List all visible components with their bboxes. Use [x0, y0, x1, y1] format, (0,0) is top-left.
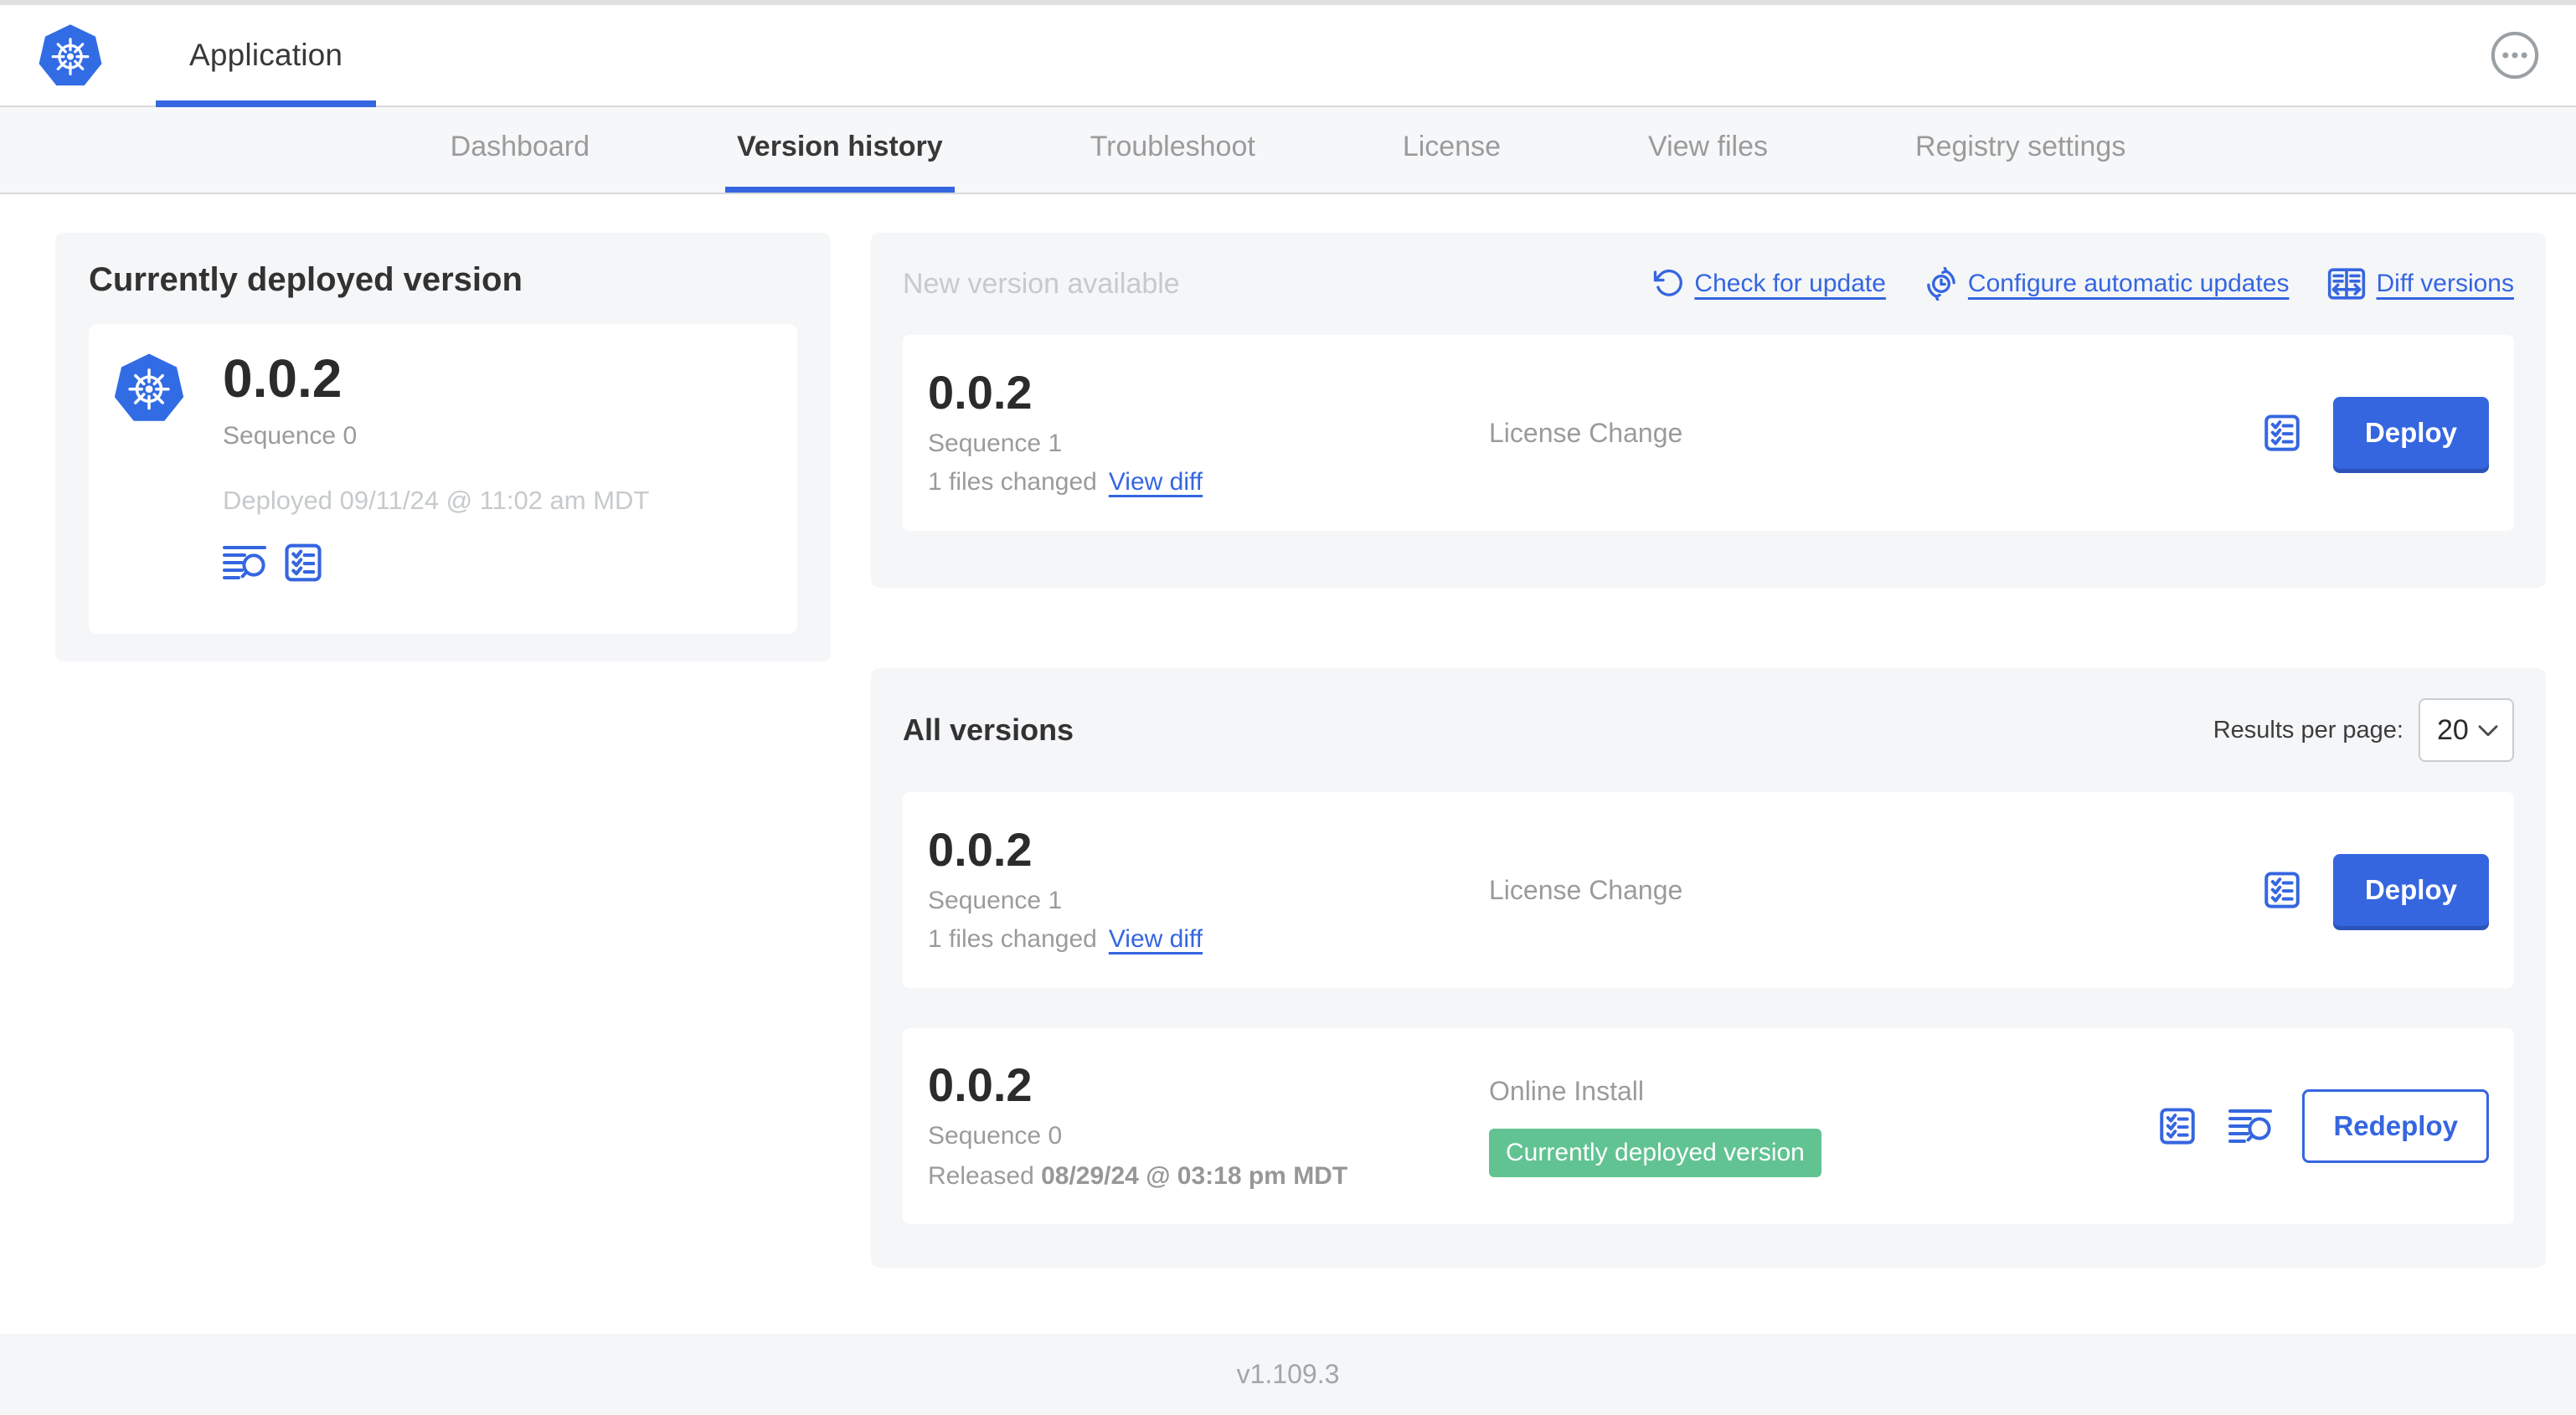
- app-nav-item-application[interactable]: Application: [156, 5, 377, 107]
- view-diff-link[interactable]: View diff: [1109, 925, 1203, 954]
- check-for-update-link[interactable]: Check for update: [1652, 268, 1886, 300]
- preflight-checks-button[interactable]: [2156, 1102, 2198, 1150]
- currently-deployed-badge: Currently deployed version: [1489, 1128, 1821, 1177]
- version-source: License Change: [1489, 417, 1683, 448]
- currently-deployed-card: 0.0.2 Sequence 0 Deployed 09/11/24 @ 11:…: [89, 324, 797, 634]
- view-deploy-logs-button[interactable]: [223, 544, 266, 581]
- current-deployed-timestamp: Deployed 09/11/24 @ 11:02 am MDT: [223, 486, 650, 516]
- files-changed-text: 1 files changed: [928, 468, 1097, 496]
- view-deploy-logs-button[interactable]: [2228, 1108, 2273, 1145]
- view-diff-link[interactable]: View diff: [1109, 468, 1203, 497]
- version-source: License Change: [1489, 874, 1683, 905]
- tab-bar: Dashboard Version history Troubleshoot L…: [0, 107, 2576, 194]
- results-per-page-select[interactable]: 20: [2419, 698, 2514, 762]
- checklist-icon: [2264, 872, 2300, 908]
- current-sequence: Sequence 0: [223, 422, 358, 450]
- new-version-title: New version available: [903, 267, 1180, 300]
- version-number: 0.0.2: [928, 823, 1033, 876]
- app-title: Application: [189, 38, 343, 72]
- all-versions-panel: All versions Results per page: 20 0.0.2 …: [871, 668, 2546, 1268]
- auto-update-clock-icon: [1927, 267, 1955, 301]
- results-per-page-label: Results per page:: [2213, 716, 2403, 744]
- kubernetes-logo: [37, 22, 104, 89]
- deploy-button[interactable]: Deploy: [2332, 397, 2489, 469]
- released-timestamp: 08/29/24 @ 03:18 pm MDT: [1041, 1162, 1348, 1190]
- new-version-row: 0.0.2 Sequence 1 1 files changed View di…: [903, 335, 2514, 531]
- tab-troubleshoot[interactable]: Troubleshoot: [1079, 107, 1267, 193]
- preflight-checks-button[interactable]: [2261, 866, 2303, 914]
- refresh-icon: [1654, 269, 1683, 296]
- checklist-icon: [2264, 414, 2300, 451]
- check-for-update-label: Check for update: [1694, 270, 1886, 297]
- version-row: 0.0.2 Sequence 0 Released 08/29/24 @ 03:…: [903, 1028, 2514, 1224]
- ellipsis-icon: [2491, 31, 2539, 80]
- configure-automatic-updates-link[interactable]: Configure automatic updates: [1924, 267, 2290, 301]
- app-options-menu-button[interactable]: [2491, 31, 2539, 80]
- tab-registry-settings[interactable]: Registry settings: [1904, 107, 2137, 193]
- current-version-number: 0.0.2: [223, 348, 343, 409]
- redeploy-button[interactable]: Redeploy: [2302, 1089, 2489, 1163]
- diff-versions-link[interactable]: Diff versions: [2327, 267, 2514, 301]
- version-number: 0.0.2: [928, 366, 1033, 419]
- logs-icon: [2228, 1109, 2273, 1143]
- results-per-page-value: 20: [2437, 713, 2469, 746]
- app-window: Application Dashboard Version history Tr…: [0, 0, 2576, 1415]
- new-version-panel: New version available Check for update C…: [871, 233, 2546, 588]
- tab-version-history[interactable]: Version history: [724, 107, 955, 193]
- files-changed-text: 1 files changed: [928, 925, 1097, 953]
- diff-versions-label: Diff versions: [2376, 270, 2514, 297]
- released-prefix: Released: [928, 1162, 1042, 1190]
- version-source: Online Install: [1489, 1075, 1644, 1106]
- tab-license[interactable]: License: [1391, 107, 1512, 193]
- version-row: 0.0.2 Sequence 1 1 files changed View di…: [903, 792, 2514, 988]
- app-header: Application: [0, 5, 2576, 107]
- admin-console-version: v1.109.3: [1236, 1359, 1340, 1389]
- footer: v1.109.3: [0, 1334, 2576, 1415]
- logs-icon: [223, 546, 266, 580]
- chevron-down-icon: [2478, 725, 2498, 737]
- tab-dashboard[interactable]: Dashboard: [439, 107, 601, 193]
- kubernetes-app-icon: [112, 351, 186, 428]
- checklist-icon: [2160, 1108, 2196, 1145]
- deploy-button[interactable]: Deploy: [2332, 854, 2489, 926]
- version-sequence: Sequence 1: [928, 887, 1063, 914]
- preflight-checks-button[interactable]: [2261, 409, 2303, 457]
- version-number: 0.0.2: [928, 1058, 1033, 1111]
- version-sequence: Sequence 0: [928, 1122, 1063, 1150]
- all-versions-title: All versions: [903, 713, 1074, 747]
- currently-deployed-panel: Currently deployed version 0.0.2 Sequenc…: [55, 233, 831, 661]
- version-sequence: Sequence 1: [928, 430, 1063, 457]
- checklist-icon: [281, 541, 325, 584]
- diff-icon: [2328, 268, 2366, 300]
- configure-automatic-updates-label: Configure automatic updates: [1967, 270, 2290, 297]
- active-app-underline: [156, 100, 377, 107]
- tab-view-files[interactable]: View files: [1636, 107, 1780, 193]
- preflight-checks-button[interactable]: [281, 541, 325, 584]
- currently-deployed-title: Currently deployed version: [89, 261, 523, 298]
